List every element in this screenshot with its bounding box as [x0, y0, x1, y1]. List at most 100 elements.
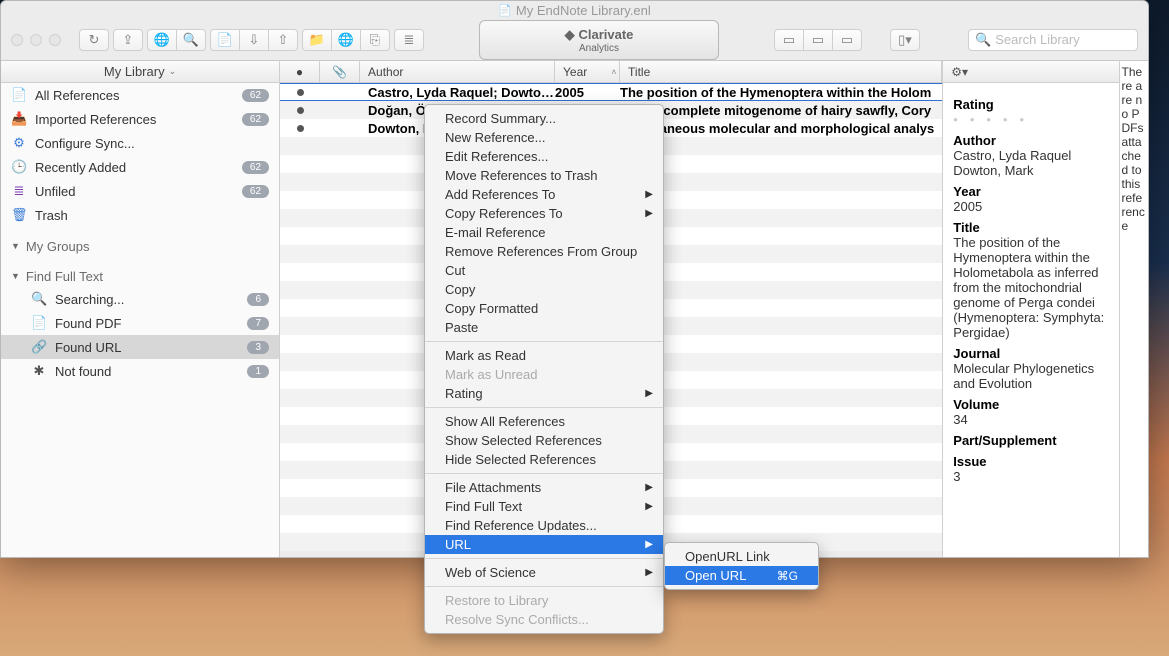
- sidebar-item-icon: 🕒: [11, 159, 27, 175]
- mi-record-summary[interactable]: Record Summary...: [425, 109, 663, 128]
- col-author[interactable]: Author: [360, 61, 555, 82]
- year-label: Year: [953, 184, 1108, 199]
- sidebar-item[interactable]: 📄 All References 62: [1, 83, 279, 107]
- mi-move-to-trash[interactable]: Move References to Trash: [425, 166, 663, 185]
- open-link-button[interactable]: 🌐: [331, 29, 361, 51]
- sidebar-item[interactable]: 🔗 Found URL 3: [1, 335, 279, 359]
- col-title[interactable]: Title: [620, 61, 942, 82]
- sidebar: My Library ⌄ 📄 All References 62📥 Import…: [1, 61, 280, 557]
- title-label: Title: [953, 220, 1108, 235]
- mi-web-of-science[interactable]: Web of Science▶: [425, 563, 663, 582]
- pdf-panel-button[interactable]: ▭: [832, 29, 862, 51]
- issue-value: 3: [953, 469, 1108, 484]
- submenu-arrow-icon: ▶: [645, 501, 653, 512]
- sidebar-item-label: Trash: [35, 208, 68, 223]
- mi-cut[interactable]: Cut: [425, 261, 663, 280]
- mi-email-reference[interactable]: E-mail Reference: [425, 223, 663, 242]
- mi-new-reference[interactable]: New Reference...: [425, 128, 663, 147]
- sidebar-item-icon: ✱: [31, 363, 47, 379]
- search-input[interactable]: 🔍 Search Library: [968, 29, 1138, 51]
- tb-group-3: 📁 🌐 ⎘: [302, 29, 390, 51]
- col-year[interactable]: Year: [555, 61, 620, 82]
- col-unread[interactable]: ●: [280, 61, 320, 82]
- new-ref-button[interactable]: 📄: [210, 29, 240, 51]
- sidebar-item[interactable]: 🔍 Searching... 6: [1, 287, 279, 311]
- part-label: Part/Supplement: [953, 433, 1108, 448]
- separator: [425, 341, 663, 342]
- open-folder-button[interactable]: 📁: [302, 29, 332, 51]
- mi-copy-references-to[interactable]: Copy References To▶: [425, 204, 663, 223]
- find-button[interactable]: 🔍: [176, 29, 206, 51]
- clarivate-logo[interactable]: ◆ Clarivate Analytics: [479, 20, 719, 60]
- online-search-button[interactable]: 🌐: [147, 29, 177, 51]
- sidebar-item-label: Not found: [55, 364, 111, 379]
- share-button[interactable]: ⇪: [113, 29, 143, 51]
- sidebar-item[interactable]: 🕒 Recently Added 62: [1, 155, 279, 179]
- table-row[interactable]: Castro, Lyda Raquel; Dowto… 2005 The pos…: [280, 83, 942, 101]
- sidebar-item[interactable]: 🗑 Trash: [1, 203, 279, 227]
- mi-open-url[interactable]: Open URL ⌘G: [665, 566, 818, 585]
- mi-url[interactable]: URL▶: [425, 535, 663, 554]
- sidebar-item-label: Recently Added: [35, 160, 126, 175]
- mi-add-references-to[interactable]: Add References To▶: [425, 185, 663, 204]
- mi-mark-as-unread: Mark as Unread: [425, 365, 663, 384]
- sidebar-item-icon: 🗑: [11, 207, 27, 223]
- mi-openurl-link[interactable]: OpenURL Link: [665, 547, 818, 566]
- mi-show-selected[interactable]: Show Selected References: [425, 431, 663, 450]
- traffic-lights[interactable]: [11, 34, 61, 46]
- sidebar-item[interactable]: ≣ Unfiled 62: [1, 179, 279, 203]
- import-button[interactable]: ⇩: [239, 29, 269, 51]
- preview-body: Rating ••••• Author Castro, Lyda Raquel …: [943, 83, 1118, 492]
- group-find-full-text[interactable]: ▼ Find Full Text: [1, 265, 279, 287]
- group-my-groups[interactable]: ▼ My Groups: [1, 235, 279, 257]
- sidebar-item-icon: 📄: [11, 87, 27, 103]
- separator: [425, 586, 663, 587]
- insert-citation-button[interactable]: ⎘: [360, 29, 390, 51]
- quick-edit-button[interactable]: ▭: [774, 29, 804, 51]
- minimize-dot[interactable]: [30, 34, 42, 46]
- gear-icon[interactable]: ⚙▾: [951, 65, 968, 79]
- sidebar-item[interactable]: 📄 Found PDF 7: [1, 311, 279, 335]
- group-label: Find Full Text: [26, 269, 103, 284]
- mi-edit-references[interactable]: Edit References...: [425, 147, 663, 166]
- mi-hide-selected[interactable]: Hide Selected References: [425, 450, 663, 469]
- sidebar-item[interactable]: 📥 Imported References 62: [1, 107, 279, 131]
- window-title: My EndNote Library.enl: [516, 3, 651, 18]
- close-dot[interactable]: [11, 34, 23, 46]
- zoom-dot[interactable]: [49, 34, 61, 46]
- count-badge: 62: [242, 161, 269, 174]
- count-badge: 62: [242, 185, 269, 198]
- sidebar-header[interactable]: My Library ⌄: [1, 61, 279, 83]
- journal-label: Journal: [953, 346, 1108, 361]
- mi-remove-from-group[interactable]: Remove References From Group: [425, 242, 663, 261]
- col-attachment[interactable]: 📎: [320, 61, 360, 82]
- mi-file-attachments[interactable]: File Attachments▶: [425, 478, 663, 497]
- shortcut-label: ⌘G: [777, 569, 798, 583]
- mi-find-reference-updates[interactable]: Find Reference Updates...: [425, 516, 663, 535]
- mi-show-all[interactable]: Show All References: [425, 412, 663, 431]
- sidebar-item-icon: 🔍: [31, 291, 47, 307]
- sync-button[interactable]: ↻: [79, 29, 109, 51]
- sidebar-item-label: Configure Sync...: [35, 136, 135, 151]
- reference-panel-button[interactable]: ▭: [803, 29, 833, 51]
- open-url-label: Open URL: [685, 568, 746, 583]
- sidebar-item[interactable]: ✱ Not found 1: [1, 359, 279, 383]
- submenu-arrow-icon: ▶: [645, 539, 653, 550]
- mi-copy[interactable]: Copy: [425, 280, 663, 299]
- mi-paste[interactable]: Paste: [425, 318, 663, 337]
- export-button[interactable]: ⇧: [268, 29, 298, 51]
- sidebar-item[interactable]: ⚙ Configure Sync...: [1, 131, 279, 155]
- sidebar-item-icon: 📥: [11, 111, 27, 127]
- mi-rating[interactable]: Rating▶: [425, 384, 663, 403]
- rating-value[interactable]: •••••: [953, 112, 1108, 127]
- submenu-arrow-icon: ▶: [645, 388, 653, 399]
- mi-restore-to-library: Restore to Library: [425, 591, 663, 610]
- mi-mark-as-read[interactable]: Mark as Read: [425, 346, 663, 365]
- rating-label: Rating: [953, 97, 1108, 112]
- mi-find-full-text[interactable]: Find Full Text▶: [425, 497, 663, 516]
- format-button[interactable]: ≣: [394, 29, 424, 51]
- brand-name: Clarivate: [578, 27, 633, 42]
- layout-button[interactable]: ▯▾: [890, 29, 920, 51]
- mi-copy-formatted[interactable]: Copy Formatted: [425, 299, 663, 318]
- issue-label: Issue: [953, 454, 1108, 469]
